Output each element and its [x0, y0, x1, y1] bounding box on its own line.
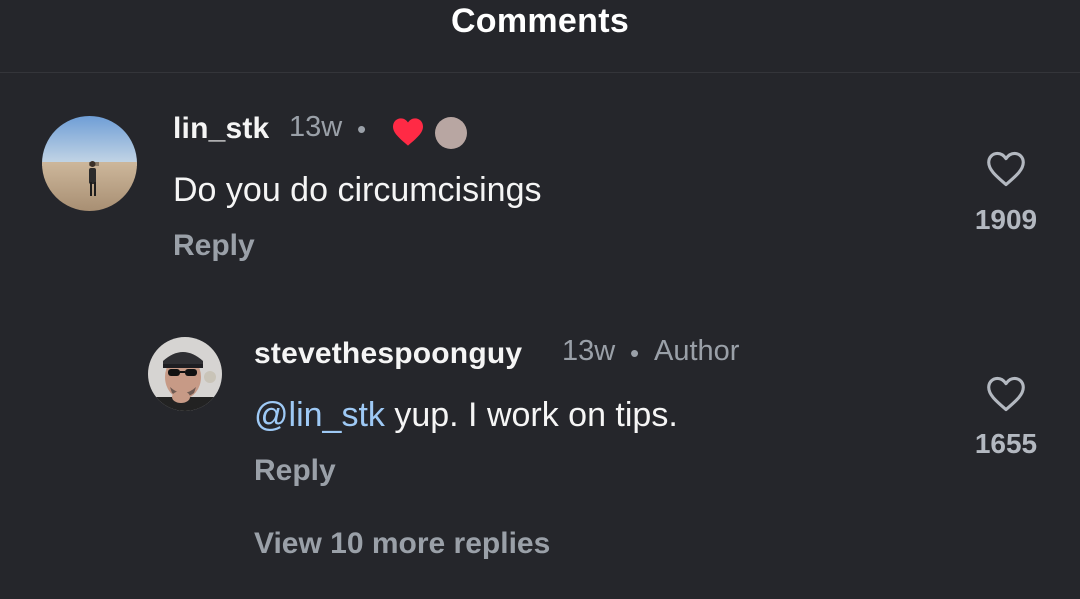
like-count: 1909 [974, 204, 1038, 235]
reply-button[interactable]: Reply [173, 229, 255, 263]
comment-timestamp: 13w [289, 111, 343, 143]
meta-separator: • [357, 114, 367, 144]
heart-filled-icon [391, 117, 425, 152]
like-count: 1655 [974, 428, 1038, 459]
comments-header: Comments [0, 0, 1080, 73]
comment-username[interactable]: lin_stk [173, 112, 269, 146]
reply-text: @lin_stk yup. I work on tips. [254, 396, 678, 435]
avatar[interactable] [148, 337, 222, 411]
comment-text: Do you do circumcisings [173, 171, 542, 209]
reply-button[interactable]: Reply [254, 454, 336, 488]
author-avatar-mini [435, 117, 467, 149]
author-badge: Author [654, 335, 740, 367]
heart-outline-icon[interactable] [985, 150, 1027, 193]
mention-link[interactable]: @lin_stk [254, 396, 385, 434]
reply-text-body: yup. I work on tips. [384, 396, 678, 434]
reply-username[interactable]: stevethespoonguy [254, 337, 522, 371]
heart-outline-icon[interactable] [985, 375, 1027, 418]
reply-timestamp: 13w [562, 335, 616, 367]
meta-separator: • [630, 338, 640, 368]
view-more-replies-button[interactable]: View 10 more replies [254, 527, 550, 561]
page-title: Comments [450, 2, 630, 40]
avatar[interactable] [42, 116, 137, 211]
